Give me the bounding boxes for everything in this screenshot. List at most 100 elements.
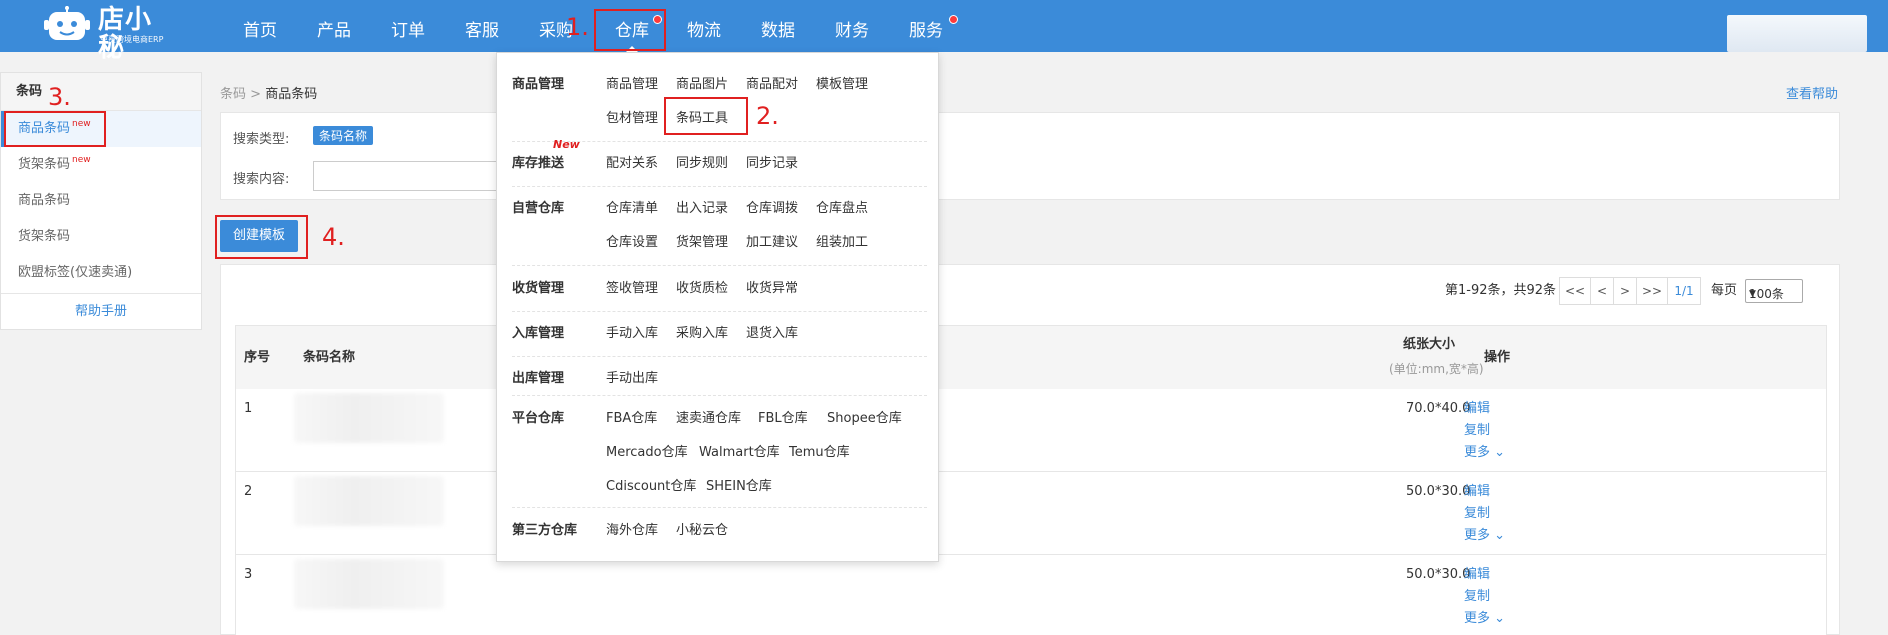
menu-link-cdiscount-warehouse[interactable]: Cdiscount仓库 [606,475,696,494]
pager-next-button[interactable]: > [1613,277,1637,305]
nav-customer-service[interactable]: 客服 [452,0,512,52]
menu-link-aliexpress-warehouse[interactable]: 速卖通仓库 [676,407,741,426]
annotation-box-warehouse-nav [594,9,666,51]
annotation-box-product-barcode [4,111,106,147]
menu-link-overseas-warehouse[interactable]: 海外仓库 [606,519,658,538]
blurred-barcode-name [294,559,444,609]
logo-subtitle: 免费跨境电商ERP [100,35,164,44]
chevron-down-icon: ▼ [1749,289,1756,299]
menu-link-warehouse-transfer[interactable]: 仓库调拨 [746,197,798,216]
sidebar-item-shelf-barcode[interactable]: 货架条码 [1,219,201,255]
search-content-label: 搜索内容: [233,172,290,187]
row-paper-size: 50.0*30.0 [1406,567,1471,582]
menu-link-packaging-management[interactable]: 包材管理 [606,107,658,126]
menu-link-product-matching[interactable]: 商品配对 [746,73,798,92]
sidebar-item-product-barcode[interactable]: 商品条码 [1,183,201,219]
sidebar-help-manual[interactable]: 帮助手册 [1,293,201,329]
copy-link[interactable]: 复制 [1464,589,1490,605]
menu-link-warehouse-settings[interactable]: 仓库设置 [606,231,658,250]
view-help-link[interactable]: 查看帮助 [1786,83,1838,102]
menu-link-manual-inbound[interactable]: 手动入库 [606,322,658,341]
row-index: 2 [244,484,253,499]
more-label: 更多 [1464,445,1491,460]
annotation-number-1: 1. [566,13,589,41]
menu-link-manual-outbound[interactable]: 手动出库 [606,367,658,386]
header-operations: 操作 [1484,350,1511,365]
chevron-down-icon: ⌄ [1494,611,1506,626]
menu-link-receiving-qc[interactable]: 收货质检 [676,277,728,296]
search-type-tag[interactable]: 条码名称 [313,126,374,145]
row-index: 1 [244,401,253,416]
user-account-area[interactable] [1727,15,1867,52]
menu-link-walmart-warehouse[interactable]: Walmart仓库 [699,441,780,460]
menu-link-shein-warehouse[interactable]: SHEIN仓库 [706,475,772,494]
menu-link-return-inbound[interactable]: 退货入库 [746,322,798,341]
nav-data[interactable]: 数据 [748,0,808,52]
menu-link-fbl-warehouse[interactable]: FBL仓库 [758,407,808,426]
annotation-box-create-template [215,215,308,259]
header-name: 条码名称 [303,350,356,365]
menu-link-assembly-processing[interactable]: 组装加工 [816,231,868,250]
menu-link-shelf-management[interactable]: 货架管理 [676,231,728,250]
menu-link-product-management[interactable]: 商品管理 [606,73,658,92]
edit-link[interactable]: 编辑 [1464,401,1490,417]
menu-link-shopee-warehouse[interactable]: Shopee仓库 [827,407,902,426]
menu-link-warehouse-list[interactable]: 仓库清单 [606,197,658,216]
menu-link-temu-warehouse[interactable]: Temu仓库 [789,441,850,460]
per-page-label: 每页 [1711,283,1738,298]
header-paper-size: 纸张大小 [1403,337,1456,352]
copy-link[interactable]: 复制 [1464,506,1490,522]
menu-link-xiaomi-cloud-warehouse[interactable]: 小秘云仓 [676,519,728,538]
menu-link-product-images[interactable]: 商品图片 [676,73,728,92]
pager-prev-button[interactable]: < [1590,277,1614,305]
more-link[interactable]: 更多 ⌄ [1464,611,1505,627]
new-badge: new [72,155,91,165]
menu-link-purchase-inbound[interactable]: 采购入库 [676,322,728,341]
menu-link-sync-rules[interactable]: 同步规则 [676,152,728,171]
top-navigation-bar: 店小秘 免费跨境电商ERP 首页 产品 订单 客服 采购 仓库 物流 数据 财务… [0,0,1888,62]
more-link[interactable]: 更多 ⌄ [1464,528,1505,544]
nav-services[interactable]: 服务 [896,0,956,52]
edit-link[interactable]: 编辑 [1464,567,1490,583]
table-row: 2 50.0*30.0 编辑 复制 更多 ⌄ [235,472,1827,555]
pager-last-button[interactable]: >> [1636,277,1668,305]
nav-finance[interactable]: 财务 [822,0,882,52]
edit-link[interactable]: 编辑 [1464,484,1490,500]
menu-link-mercado-warehouse[interactable]: Mercado仓库 [606,441,688,460]
table-header: 序号 条码名称 纸张大小 (单位:mm,宽*高) 操作 [235,325,1827,389]
chevron-down-icon: ⌄ [1494,528,1506,543]
menu-section-product-management: 商品管理 [512,77,565,92]
header-index: 序号 [244,350,271,365]
menu-link-matching-relations[interactable]: 配对关系 [606,152,658,171]
menu-link-template-management[interactable]: 模板管理 [816,73,868,92]
copy-link[interactable]: 复制 [1464,423,1490,439]
pager-first-button[interactable]: << [1559,277,1591,305]
blurred-barcode-name [294,476,444,526]
menu-link-sync-records[interactable]: 同步记录 [746,152,798,171]
nav-logistics[interactable]: 物流 [674,0,734,52]
per-page-select[interactable]: 100条 ▼ [1745,279,1803,303]
menu-link-processing-suggestions[interactable]: 加工建议 [746,231,798,250]
chevron-down-icon: ⌄ [1494,445,1506,460]
menu-divider [512,265,927,266]
search-panel: 搜索类型: 条码名称 搜索内容: [220,112,1840,200]
menu-link-receiving-exceptions[interactable]: 收货异常 [746,277,798,296]
pager-current-page: 1/1 [1667,277,1701,305]
menu-link-in-out-records[interactable]: 出入记录 [676,197,728,216]
menu-link-warehouse-stocktake[interactable]: 仓库盘点 [816,197,868,216]
nav-home[interactable]: 首页 [230,0,290,52]
breadcrumb: 条码 > 商品条码 [220,83,317,102]
menu-link-fba-warehouse[interactable]: FBA仓库 [606,407,657,426]
nav-products[interactable]: 产品 [304,0,364,52]
nav-orders[interactable]: 订单 [378,0,438,52]
menu-link-sign-management[interactable]: 签收管理 [606,277,658,296]
table-row: 1 70.0*40.0 编辑 复制 更多 ⌄ [235,389,1827,472]
menu-divider [512,356,927,357]
sidebar-item-shelf-barcode-new[interactable]: 货架条码 new [1,147,201,183]
pagination: 第1-92条，共92条 << < > >> 1/1 每页 100条 ▼ [1445,277,1825,305]
breadcrumb-parent[interactable]: 条码 [220,87,246,102]
sidebar-item-eu-label[interactable]: 欧盟标签(仅速卖通) [1,255,201,291]
menu-divider [512,395,927,396]
app-logo[interactable]: 店小秘 免费跨境电商ERP [44,4,174,62]
more-link[interactable]: 更多 ⌄ [1464,445,1505,461]
